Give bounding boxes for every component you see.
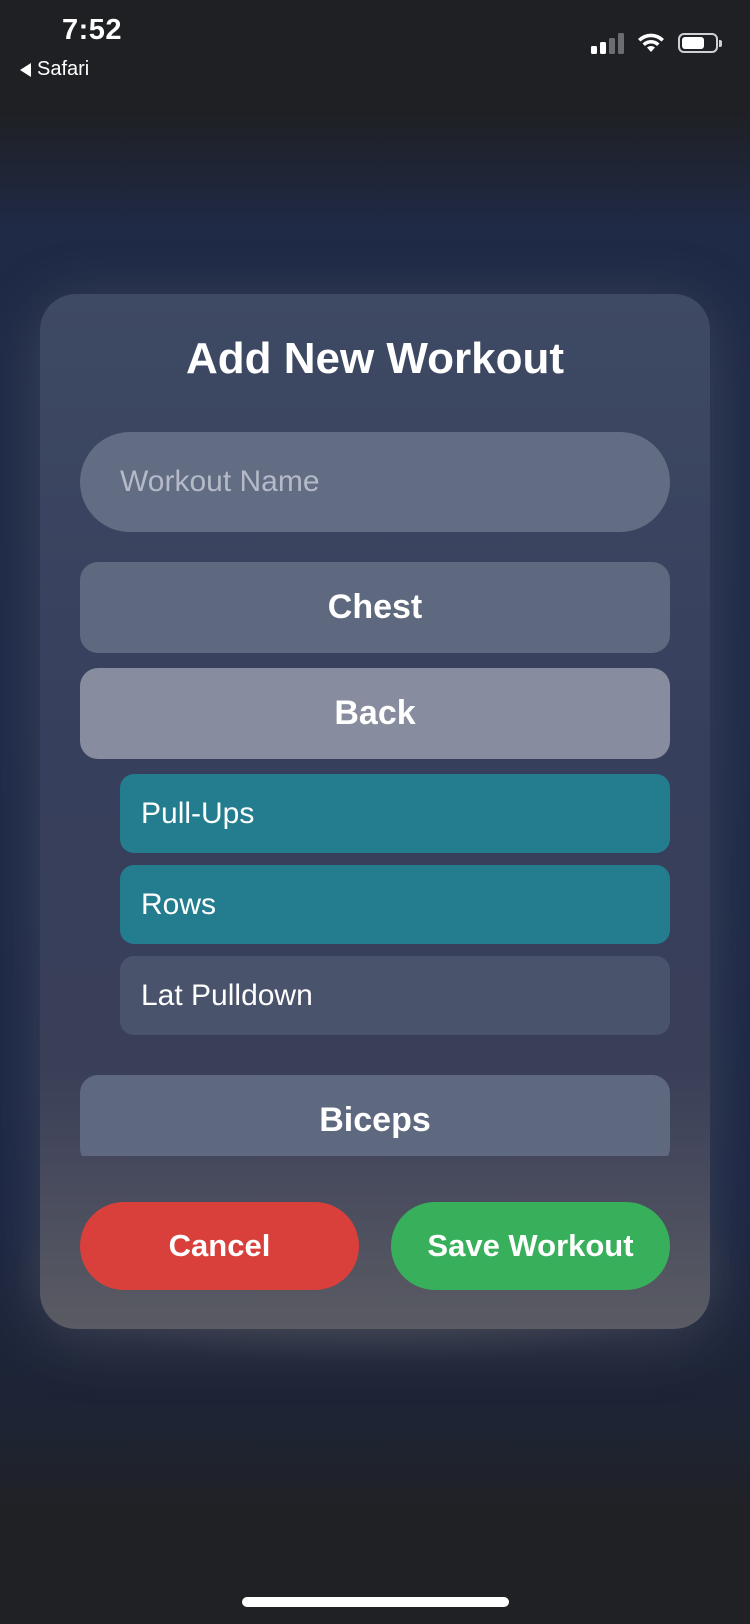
cellular-signal-icon (591, 32, 624, 54)
add-workout-modal: Add New Workout Chest Back Pull-Ups Rows… (40, 294, 710, 1329)
status-icons (591, 32, 722, 54)
workout-name-input[interactable] (80, 432, 670, 532)
group-chest-button[interactable]: Chest (80, 562, 670, 653)
battery-icon (678, 33, 722, 53)
back-app-label: Safari (37, 58, 90, 80)
modal-title: Add New Workout (185, 334, 565, 383)
status-bar: 7:52 Safari (0, 0, 750, 90)
exercise-pull-ups[interactable]: Pull-Ups (120, 774, 670, 853)
exercise-label: Rows (141, 887, 217, 921)
group-label: Chest (327, 588, 423, 626)
home-indicator[interactable] (242, 1597, 509, 1607)
group-back-button[interactable]: Back (80, 668, 670, 759)
back-to-app-link[interactable]: Safari (20, 58, 89, 81)
exercise-label: Lat Pulldown (141, 978, 313, 1012)
group-label: Biceps (319, 1101, 431, 1139)
group-label: Back (334, 694, 416, 732)
save-workout-button[interactable]: Save Workout (391, 1202, 670, 1290)
back-triangle-icon (20, 62, 31, 77)
muscle-group-list[interactable]: Chest Back Pull-Ups Rows Lat Pulldown Bi… (80, 562, 670, 1156)
status-time: 7:52 (62, 14, 123, 46)
exercise-label: Pull-Ups (141, 796, 255, 830)
exercise-rows[interactable]: Rows (120, 865, 670, 944)
exercise-lat-pulldown[interactable]: Lat Pulldown (120, 956, 670, 1035)
cancel-button[interactable]: Cancel (80, 1202, 359, 1290)
wifi-icon (638, 33, 664, 52)
group-biceps-button[interactable]: Biceps (80, 1075, 670, 1156)
